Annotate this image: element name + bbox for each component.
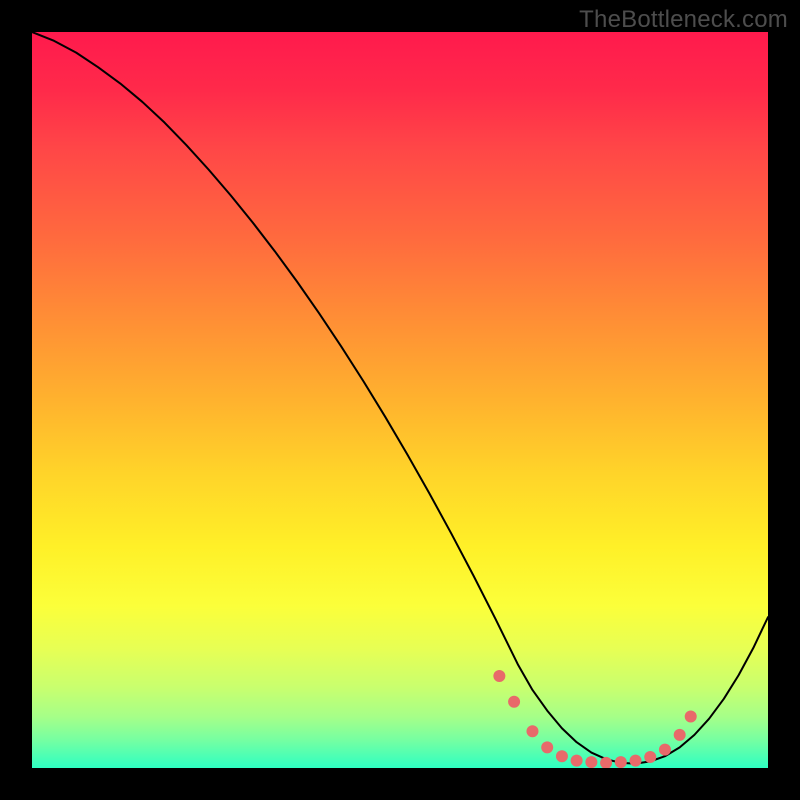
chart-svg bbox=[32, 32, 768, 768]
curve-marker-dot bbox=[630, 755, 642, 767]
curve-marker-dot bbox=[571, 755, 583, 767]
curve-marker-dot bbox=[685, 710, 697, 722]
curve-marker-dot bbox=[600, 757, 612, 768]
curve-marker-dot bbox=[493, 670, 505, 682]
chart-plot-area bbox=[32, 32, 768, 768]
curve-line bbox=[32, 32, 768, 764]
curve-marker-dot bbox=[585, 756, 597, 768]
curve-marker-dot bbox=[508, 696, 520, 708]
curve-marker-dot bbox=[659, 744, 671, 756]
curve-marker-dot bbox=[556, 750, 568, 762]
curve-marker-dot bbox=[674, 729, 686, 741]
curve-marker-dot bbox=[541, 741, 553, 753]
chart-frame: TheBottleneck.com bbox=[0, 0, 800, 800]
curve-marker-dot bbox=[644, 751, 656, 763]
watermark-label: TheBottleneck.com bbox=[579, 6, 788, 34]
curve-marker-dot bbox=[615, 756, 627, 768]
curve-marker-dot bbox=[526, 725, 538, 737]
